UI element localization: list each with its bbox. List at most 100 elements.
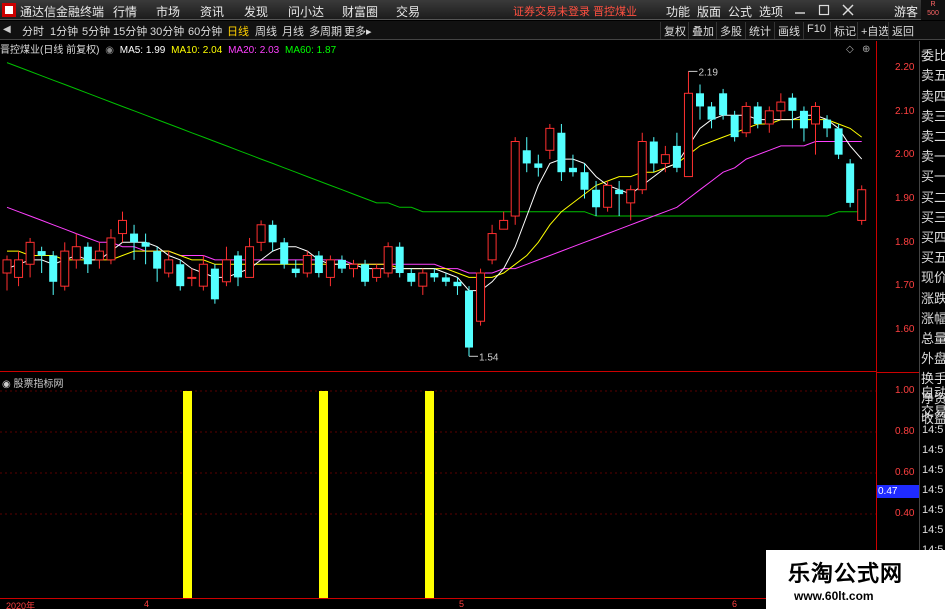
menu-item-wenxiaoda[interactable]: 问小达 [288, 3, 324, 20]
candle [234, 251, 242, 287]
period-tab-active[interactable]: 日线 [227, 23, 249, 39]
candle [94, 242, 104, 269]
menu-item-xuanxiang[interactable]: 选项 [759, 3, 783, 20]
menu-item-gongneng[interactable]: 功能 [666, 3, 690, 20]
draw-line-button[interactable]: 画线 [774, 22, 803, 39]
period-tab-more[interactable]: 更多▸ [344, 23, 372, 39]
menu-item-shichang[interactable]: 市场 [156, 3, 180, 20]
period-toolbar: ◀ 分时 1分钟 5分钟 15分钟 30分钟 60分钟 日线 周线 月线 多周期… [0, 21, 945, 40]
side-label: 卖五 [921, 68, 945, 83]
date-label: 4 [144, 599, 150, 609]
period-tab[interactable]: 60分钟 [188, 23, 222, 39]
candle [568, 154, 577, 177]
trade-time: 14:5 [922, 484, 944, 496]
side-label: 交易 [921, 404, 945, 419]
candle [649, 137, 658, 173]
price-tick: 2.10 [895, 106, 915, 117]
side-label: 委比 [921, 48, 945, 63]
fuquan-button[interactable]: 复权 [660, 22, 689, 39]
low-price-label: 1.54 [479, 352, 499, 363]
kline-chart[interactable]: 2.19 1.54 [0, 41, 876, 372]
stats-button[interactable]: 统计 [745, 22, 774, 39]
side-label: 总量 [921, 331, 945, 346]
menu-item-jiaoyi[interactable]: 交易 [396, 3, 420, 20]
candle [465, 286, 473, 357]
candle [788, 93, 797, 129]
candle [164, 251, 174, 278]
collapse-arrow-icon[interactable]: ◀ [3, 24, 11, 35]
candle [395, 242, 404, 278]
candle [764, 106, 774, 133]
side-label: 卖二 [921, 129, 945, 144]
side-label: 外盘 [921, 351, 945, 366]
menu-item-banmian[interactable]: 版面 [697, 3, 721, 20]
quote-side-panel: 委比 卖五 卖四 卖三 卖二 卖一 买一 买二 买三 买四 买五 现价 涨跌 涨幅 总量 外盘 换手 净资 收益 自动… [919, 41, 945, 609]
back-button[interactable]: 返回 [888, 22, 917, 39]
side-label: 现价 [921, 270, 945, 285]
period-tab[interactable]: 15分钟 [113, 23, 147, 39]
candle [672, 132, 681, 173]
candle [14, 251, 24, 287]
side-label: 买二 [921, 190, 945, 205]
side-label: 卖三 [921, 109, 945, 124]
chart-info-bar: 晋控煤业(日线 前复权) ◉ MA5: 1.99 MA10: 2.04 MA20… [0, 41, 339, 56]
f10-button[interactable]: F10 [803, 22, 829, 39]
period-tab[interactable]: 分时 [22, 23, 44, 39]
indicator-title[interactable]: ◉ 股票指标网 [2, 375, 64, 390]
candle [522, 137, 531, 173]
candle [776, 93, 786, 120]
mark-button[interactable]: 标记 [830, 22, 859, 39]
maximize-icon[interactable] [816, 2, 832, 18]
candle [268, 220, 277, 252]
close-icon[interactable] [840, 2, 856, 18]
menu-item-hangqing[interactable]: 行情 [113, 3, 137, 20]
candle [141, 233, 150, 265]
period-tab[interactable]: 月线 [282, 23, 304, 39]
candle [176, 259, 185, 291]
login-notice[interactable]: 证券交易未登录 晋控煤业 [513, 3, 637, 19]
user-label[interactable]: 游客 [894, 3, 918, 20]
candle [799, 106, 808, 142]
candle [557, 123, 566, 181]
period-tab[interactable]: 多周期 [309, 23, 342, 39]
date-axis: 2020年 4 5 6 [0, 598, 876, 609]
candle [719, 88, 728, 120]
stock-title[interactable]: 晋控煤业(日线 前复权) [0, 45, 99, 56]
period-tab[interactable]: 30分钟 [150, 23, 184, 39]
ma5-label: MA5: 1.99 [119, 45, 166, 56]
multi-stock-button[interactable]: 多股 [716, 22, 745, 39]
candle [580, 163, 589, 199]
candle [256, 220, 266, 252]
side-label: 卖四 [921, 89, 945, 104]
indicator-chart[interactable] [0, 372, 876, 598]
ma-toggle-icon[interactable]: ◉ [105, 45, 114, 56]
menu-item-zixun[interactable]: 资讯 [200, 3, 224, 20]
candle [291, 259, 300, 278]
level2-badge[interactable]: R 500 [921, 0, 945, 20]
app-logo-icon [2, 3, 16, 17]
menu-item-faxian[interactable]: 发现 [244, 3, 268, 20]
side-label: 涨幅 [921, 311, 945, 326]
candle [280, 237, 289, 269]
menu-item-gongshi[interactable]: 公式 [728, 3, 752, 20]
side-label: 买四 [921, 230, 945, 245]
chart-zoom-icon[interactable]: ⊕ [862, 44, 870, 55]
indicator-tick: 0.80 [895, 426, 915, 437]
side-label: 涨跌 [921, 291, 945, 306]
period-tab[interactable]: 周线 [255, 23, 277, 39]
candle [337, 255, 346, 274]
ma10-line [7, 119, 863, 278]
ma60-line [6, 62, 862, 217]
candle [49, 251, 58, 295]
menu-item-caifuquan[interactable]: 财富圈 [342, 3, 378, 20]
price-tick: 1.60 [895, 324, 915, 335]
indicator-tick: 1.00 [895, 385, 915, 396]
chart-settings-icon[interactable]: ◇ [846, 44, 854, 55]
candle [60, 242, 70, 291]
minimize-icon[interactable] [792, 2, 808, 18]
candle [811, 102, 820, 155]
ma20-line [6, 141, 862, 274]
period-tab[interactable]: 5分钟 [82, 23, 110, 39]
period-tab[interactable]: 1分钟 [50, 23, 78, 39]
overlay-button[interactable]: 叠加 [688, 22, 717, 39]
